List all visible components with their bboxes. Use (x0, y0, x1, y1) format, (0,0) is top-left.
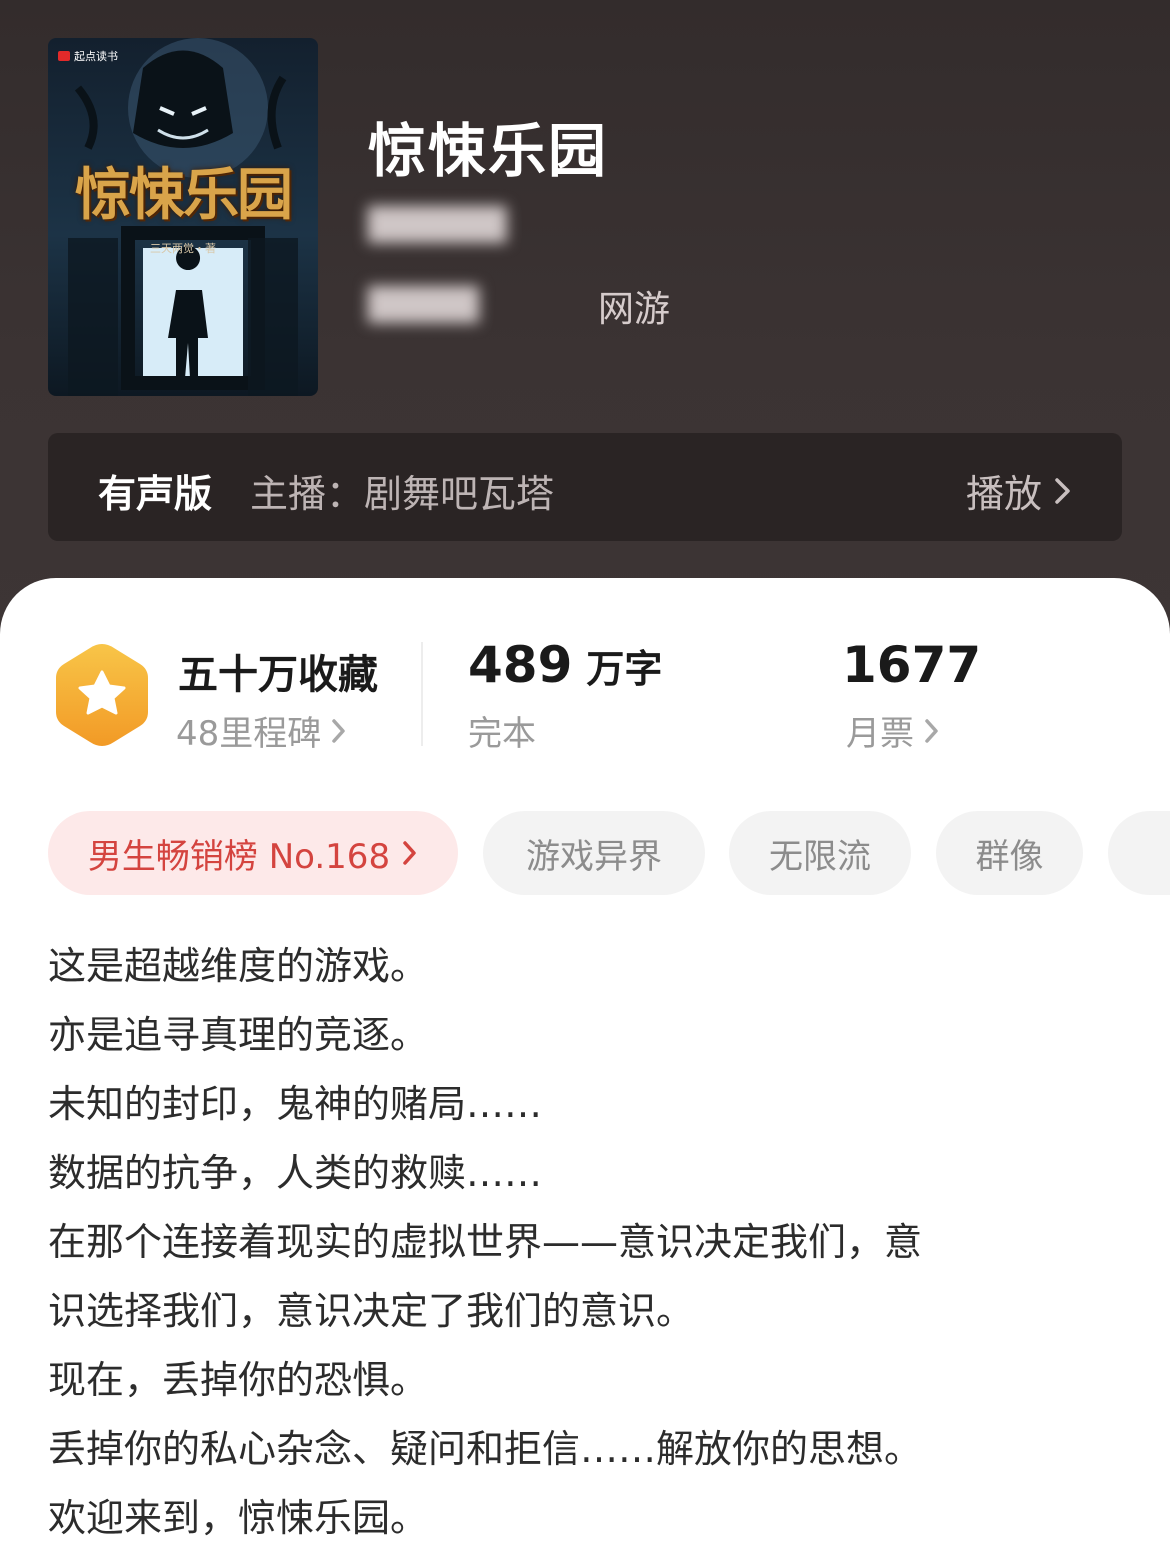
cover-author: 三天两觉・著 (150, 242, 216, 255)
description-line: 识选择我们，意识决定了我们的意识。 (48, 1289, 695, 1333)
audiobook-bar[interactable]: 有声版 主播：剧舞吧瓦塔 播放 (48, 433, 1122, 541)
brand-logo-icon (58, 51, 70, 61)
chevron-right-icon (403, 841, 416, 865)
description-line: 数据的抗争，人类的救赎…… (48, 1151, 543, 1195)
description-line: 现在，丢掉你的恐惧。 (48, 1358, 429, 1402)
cover-brand: 起点读书 (58, 48, 118, 64)
word-count-unit: 万字 (586, 647, 663, 691)
milestones-link[interactable]: 48里程碑 (176, 706, 347, 755)
chevron-right-icon (925, 718, 938, 743)
cover-title: 惊悚乐园 (75, 162, 293, 228)
description-line: 这是超越维度的游戏。 (48, 944, 429, 988)
ranking-tag-label: 男生畅销榜 No.168 (87, 836, 391, 877)
play-button[interactable]: 播放 (966, 463, 1072, 518)
tag-item[interactable]: 无限流 (729, 811, 911, 895)
tag-item[interactable]: 群像 (936, 811, 1083, 895)
genre-text: 网游 (598, 289, 671, 330)
ranking-tag[interactable]: 男生畅销榜 No.168 (48, 811, 458, 895)
chevron-right-icon (1055, 477, 1070, 504)
monthly-votes-label: 月票 (846, 714, 914, 754)
book-cover[interactable]: 起点读书 惊悚乐园 三天两觉・著 (48, 38, 318, 396)
description-line: 在那个连接着现实的虚拟世界——意识决定我们，意 (48, 1220, 923, 1264)
description-line: 丢掉你的私心杂念、疑问和拒信……解放你的思想。 (48, 1427, 923, 1471)
monthly-votes-link[interactable]: 月票 (846, 706, 940, 755)
blurred-genre-line: ▇▇▇▇ (368, 282, 479, 323)
audiobook-label: 有声版 (98, 472, 213, 516)
cover-brand-text: 起点读书 (74, 50, 118, 63)
collections-count: 五十万收藏 (178, 652, 378, 698)
play-button-label: 播放 (965, 472, 1042, 516)
audiobook-host: 主播：剧舞吧瓦塔 (250, 472, 555, 516)
word-count: 489 万字 (468, 636, 662, 694)
word-count-number: 489 (468, 636, 573, 694)
chevron-right-icon (332, 718, 346, 743)
completion-status: 完本 (468, 714, 536, 754)
tag-item[interactable]: 游戏异界 (483, 811, 705, 895)
stats-divider (421, 642, 423, 746)
blurred-author-line: ▇▇▇▇▇ (368, 202, 507, 243)
monthly-votes-count: 1677 (842, 636, 981, 694)
description-line: 亦是追寻真理的竞逐。 (48, 1013, 429, 1057)
book-title: 惊悚乐园 (368, 117, 609, 185)
milestones-label: 48里程碑 (176, 714, 322, 754)
star-badge-icon (56, 644, 148, 746)
description-line: 未知的封印，鬼神的赌局…… (48, 1082, 543, 1126)
monthly-votes-number: 1677 (842, 636, 982, 694)
book-description: 这是超越维度的游戏。 亦是追寻真理的竞逐。 未知的封印，鬼神的赌局…… 数据的抗… (48, 932, 1128, 1553)
description-line: 欢迎来到，惊悚乐园。 (48, 1496, 429, 1540)
